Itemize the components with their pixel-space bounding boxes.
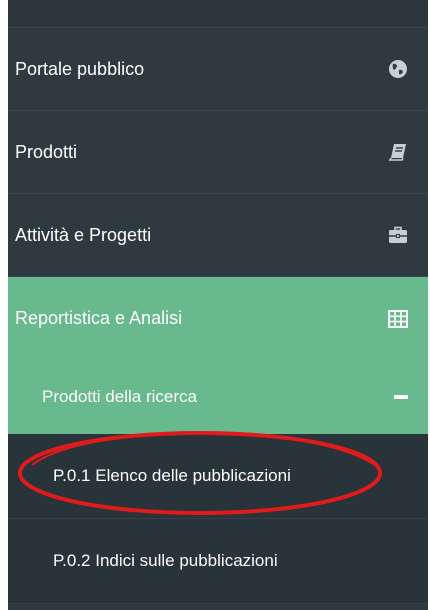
sidebar: Portale pubblico Prodotti Attività e Pro…	[8, 0, 428, 610]
minus-icon[interactable]	[394, 395, 408, 399]
submenu-item-elenco-pubblicazioni[interactable]: P.0.1 Elenco delle pubblicazioni	[8, 434, 428, 519]
submenu-prodotti-ricerca[interactable]: Prodotti della ricerca	[8, 360, 428, 434]
sidebar-item-portale-pubblico[interactable]: Portale pubblico	[8, 28, 428, 111]
submenu-item-label: P.0.2 Indici sulle pubblicazioni	[53, 551, 278, 570]
sidebar-item-attivita-progetti[interactable]: Attività e Progetti	[8, 194, 428, 277]
sidebar-item-label: Attività e Progetti	[15, 224, 152, 245]
sidebar-item-label: Portale pubblico	[15, 58, 145, 79]
sidebar-bottom-strip	[8, 604, 428, 610]
globe-icon	[386, 57, 410, 81]
sidebar-item-label: Reportistica e Analisi	[15, 308, 183, 328]
submenu-header-label: Prodotti della ricerca	[42, 387, 197, 406]
table-icon	[386, 307, 410, 331]
sidebar-item-reportistica-analisi[interactable]: Reportistica e Analisi	[8, 277, 428, 360]
submenu-item-indici-pubblicazioni[interactable]: P.0.2 Indici sulle pubblicazioni	[8, 519, 428, 604]
book-icon	[386, 140, 410, 164]
submenu-item-label: P.0.1 Elenco delle pubblicazioni	[53, 466, 291, 485]
sidebar-top-strip	[8, 0, 428, 28]
briefcase-icon	[386, 223, 410, 247]
sidebar-item-label: Prodotti	[15, 141, 78, 162]
sidebar-item-prodotti[interactable]: Prodotti	[8, 111, 428, 194]
